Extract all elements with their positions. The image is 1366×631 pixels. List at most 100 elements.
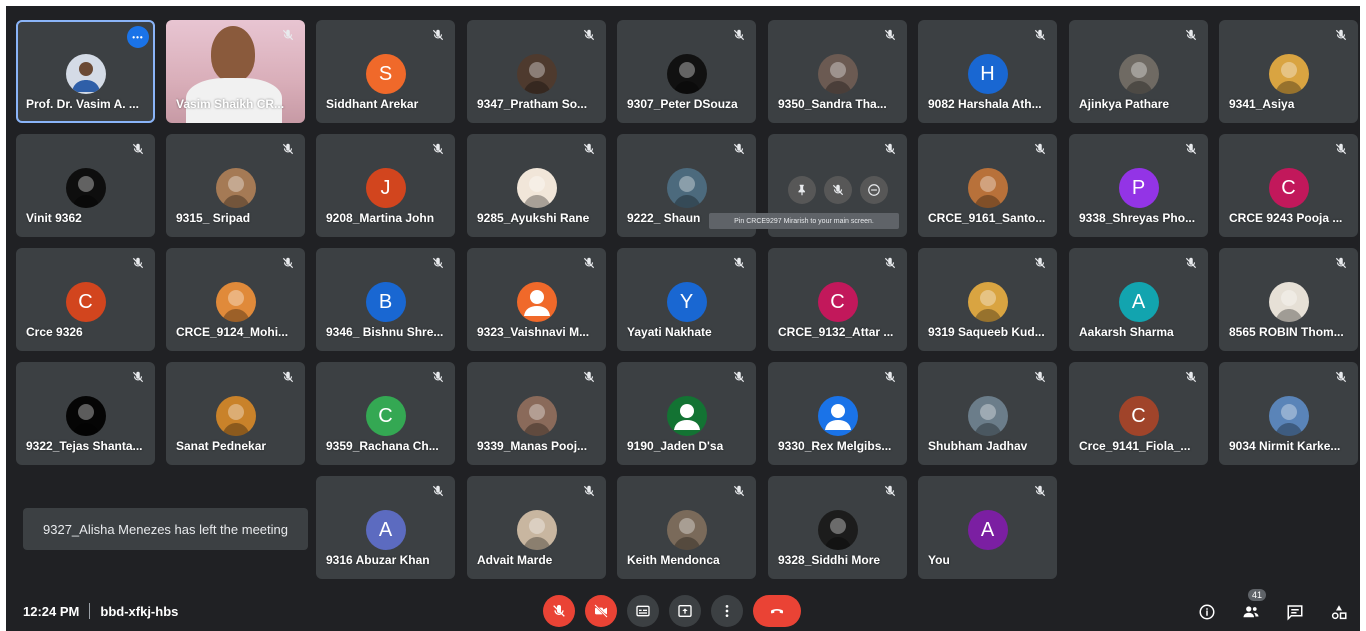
meeting-time: 12:24 PM [23,603,80,619]
mute-icon[interactable] [823,176,852,204]
participant-name: 8565 ROBIN Thom... [1229,325,1344,339]
participant-name: CRCE_9132_Attar ... [778,325,894,339]
people-button[interactable]: 41 [1240,589,1266,623]
participant-tile[interactable]: 9330_Rex Melgibs... [768,362,907,465]
participant-tile[interactable]: 8565 ROBIN Thom... [1219,248,1358,351]
sunset-icon [215,282,256,322]
participant-tile[interactable]: A You [918,476,1057,579]
participant-tile[interactable]: S Siddhant Arekar [316,20,455,123]
meeting-details-button[interactable] [1196,601,1218,623]
participant-tile[interactable]: A Aakarsh Sharma [1069,248,1208,351]
mic-off-icon [1033,484,1047,498]
participant-tile[interactable]: C Crce 9326 [16,248,155,351]
participant-tile[interactable]: C CRCE 9243 Pooja ... [1219,134,1358,237]
photo-icon [516,396,557,436]
present-button[interactable] [669,595,701,627]
participant-tile[interactable]: C 9359_Rachana Ch... [316,362,455,465]
meeting-code[interactable]: bbd-xfkj-hbs [100,604,178,619]
mic-off-icon [732,256,746,270]
participant-tile[interactable]: P 9338_Shreyas Pho... [1069,134,1208,237]
participant-name: Keith Mendonca [627,553,720,567]
participant-tile[interactable]: 9341_Asiya [1219,20,1358,123]
more-options-icon[interactable]: ••• [127,26,149,48]
participant-name: 9316 Abuzar Khan [326,553,430,567]
person-icon [516,282,557,322]
participant-name: 9338_Shreyas Pho... [1079,211,1196,225]
activities-button[interactable] [1328,601,1350,623]
participant-name: Prof. Dr. Vasim A. ... [26,97,139,111]
participant-tile[interactable]: Vinit 9362 [16,134,155,237]
mic-off-icon [431,28,445,42]
participant-tile[interactable]: CRCE_9124_Mohi... [166,248,305,351]
participant-name: 9285_Ayukshi Rane [477,211,590,225]
mic-off-icon [281,28,295,42]
participant-tile[interactable]: Shubham Jadhav [918,362,1057,465]
participant-tile[interactable]: CRCE_9161_Santo... [918,134,1057,237]
meeting-info: 12:24 PM bbd-xfkj-hbs [23,603,178,619]
mic-off-icon [431,256,445,270]
participant-tile[interactable]: ••• Prof. Dr. Vasim A. ... [16,20,155,123]
participant-tile[interactable]: 9322_Tejas Shanta... [16,362,155,465]
info-icon [1199,604,1215,620]
mic-off-icon [883,256,897,270]
participant-tile[interactable]: B 9346_ Bishnu Shre... [316,248,455,351]
participant-tile[interactable]: 9034 Nirmit Karke... [1219,362,1358,465]
participant-tile[interactable]: 9323_Vaishnavi M... [467,248,606,351]
participant-tile[interactable]: 9350_Sandra Tha... [768,20,907,123]
participant-name: 9034 Nirmit Karke... [1229,439,1341,453]
camera-toggle-button[interactable] [585,595,617,627]
participant-tile[interactable]: Ajinkya Pathare [1069,20,1208,123]
participant-name: 9307_Peter DSouza [627,97,738,111]
call-end-icon [770,609,784,614]
cartoon-icon [516,168,557,208]
remove-icon[interactable] [859,176,888,204]
participant-tile[interactable]: J 9208_Martina John [316,134,455,237]
participant-tile[interactable]: Sanat Pednekar [166,362,305,465]
participant-tile[interactable]: 9328_Siddhi More [768,476,907,579]
participant-tile[interactable]: 9315_ Sripad [166,134,305,237]
participant-tile[interactable]: Y Yayati Nakhate [617,248,756,351]
mic-off-icon [1033,28,1047,42]
anime-icon [817,510,858,550]
participant-tile[interactable]: Advait Marde [467,476,606,579]
participant-tile[interactable]: C CRCE_9132_Attar ... [768,248,907,351]
participant-tile[interactable]: 9190_Jaden D'sa [617,362,756,465]
chat-button[interactable] [1284,601,1306,623]
participant-tile[interactable]: 9319 Saqueeb Kud... [918,248,1057,351]
photo-icon [666,168,707,208]
photo-icon [1268,396,1309,436]
participant-tile[interactable]: 9347_Pratham So... [467,20,606,123]
mic-off-icon [1184,370,1198,384]
participant-tile[interactable]: H 9082 Harshala Ath... [918,20,1057,123]
participant-name: Ajinkya Pathare [1079,97,1170,111]
participant-tile[interactable]: A 9316 Abuzar Khan [316,476,455,579]
participant-tile[interactable]: 9285_Ayukshi Rane [467,134,606,237]
mic-off-icon [883,370,897,384]
avatar-initial: C [65,282,106,322]
participant-name: Aakarsh Sharma [1079,325,1174,339]
avatar-initial: S [365,54,406,94]
person-icon [666,396,707,436]
captions-button[interactable] [627,595,659,627]
participant-name: 9346_ Bishnu Shre... [326,325,444,339]
participant-name: 9341_Asiya [1229,97,1295,111]
participant-name: 9322_Tejas Shanta... [26,439,143,453]
participant-name: 9330_Rex Melgibs... [778,439,892,453]
mic-off-icon [732,28,746,42]
more-options-button[interactable] [711,595,743,627]
participant-tile[interactable]: C Crce_9141_Fiola_... [1069,362,1208,465]
avatar-initial: Y [666,282,707,322]
leave-call-button[interactable] [753,595,801,627]
pin-icon[interactable] [787,176,816,204]
participant-name: Shubham Jadhav [928,439,1028,453]
photo-icon [516,510,557,550]
participant-tile[interactable]: Keith Mendonca [617,476,756,579]
mic-off-icon [883,484,897,498]
mic-toggle-button[interactable] [543,595,575,627]
mic-off-icon [1184,142,1198,156]
participant-tile[interactable]: 9339_Manas Pooj... [467,362,606,465]
participant-name: 9190_Jaden D'sa [627,439,724,453]
participant-tile[interactable]: Vasim Shaikh CR... [166,20,305,123]
mic-off-icon [281,256,295,270]
participant-tile[interactable]: 9307_Peter DSouza [617,20,756,123]
